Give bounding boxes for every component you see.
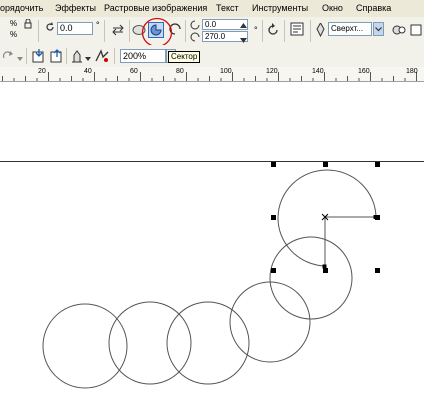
ruler-label: 20: [38, 68, 46, 75]
separator: [262, 20, 263, 42]
menu-bar: орядочить Эффекты Растровые изображения …: [0, 0, 424, 18]
separator: [185, 20, 186, 42]
selection-handle[interactable]: [271, 268, 276, 273]
circle-shape[interactable]: [229, 281, 311, 363]
menu-arrange[interactable]: орядочить: [0, 3, 43, 14]
zoom-level-field[interactable]: 200%: [120, 49, 166, 63]
circle-shape[interactable]: [166, 301, 250, 385]
menu-bitmaps[interactable]: Растровые изображения: [104, 3, 207, 14]
scale-x-percent: %: [10, 19, 18, 28]
degree-symbol-2: °: [254, 25, 258, 35]
start-angle-icon: [190, 20, 201, 32]
pie-sector-shape[interactable]: [277, 169, 377, 267]
dropdown-arrow-icon[interactable]: [373, 22, 384, 36]
separator: [66, 48, 67, 64]
order-dropdown[interactable]: Сверхт...: [328, 22, 372, 36]
application-launcher-icon[interactable]: [70, 49, 84, 65]
selection-handle[interactable]: [375, 162, 380, 167]
ruler-label: 120: [266, 68, 278, 75]
separator: [114, 48, 115, 64]
ruler-label: 60: [130, 68, 138, 75]
export-icon[interactable]: [50, 49, 64, 65]
flip-icon[interactable]: [111, 22, 125, 38]
separator: [26, 48, 27, 64]
menu-text[interactable]: Текст: [216, 3, 239, 14]
ruler-label: 40: [84, 68, 92, 75]
circle-shape[interactable]: [42, 303, 128, 389]
selection-handle[interactable]: [271, 215, 276, 220]
selection-handle[interactable]: [323, 268, 328, 273]
end-angle-icon: [190, 32, 201, 44]
separator: [129, 20, 130, 42]
wrap-text-icon[interactable]: [290, 22, 304, 38]
direction-icon[interactable]: [266, 23, 280, 39]
spinner-down-icon[interactable]: [240, 35, 247, 45]
outline-pen-icon[interactable]: [316, 22, 325, 39]
menu-help[interactable]: Справка: [356, 3, 391, 14]
circle-shape[interactable]: [269, 236, 353, 320]
more-icon[interactable]: [410, 23, 422, 39]
menu-effects[interactable]: Эффекты: [55, 3, 96, 14]
selection-handle[interactable]: [375, 268, 380, 273]
selection-handle[interactable]: [271, 162, 276, 167]
redo-icon[interactable]: [2, 50, 14, 63]
separator: [284, 20, 285, 42]
corel-online-icon[interactable]: [94, 49, 110, 65]
rotate-icon: [45, 22, 55, 34]
launcher-dropdown-icon[interactable]: [85, 53, 91, 63]
ruler-label: 100: [220, 68, 232, 75]
convert-to-curves-icon[interactable]: [392, 23, 406, 39]
horizontal-ruler: 20 40 60 80 100 120 140 160 180: [0, 67, 424, 82]
separator: [104, 20, 105, 42]
scale-y-percent: %: [10, 30, 18, 39]
ruler-label: 180: [406, 68, 418, 75]
redo-dropdown-icon[interactable]: [17, 53, 23, 63]
import-icon[interactable]: [32, 49, 46, 65]
separator: [310, 20, 311, 42]
separator: [38, 20, 39, 42]
menu-tools[interactable]: Инструменты: [252, 3, 308, 14]
sector-node[interactable]: [322, 264, 327, 269]
tooltip-pie: Сектор: [168, 51, 201, 63]
menu-window[interactable]: Окно: [322, 3, 343, 14]
selection-handle[interactable]: [323, 162, 328, 167]
drawing-canvas[interactable]: [0, 82, 424, 408]
ruler-label: 80: [176, 68, 184, 75]
sector-node[interactable]: [373, 215, 378, 219]
ruler-label: 140: [312, 68, 324, 75]
ruler-label: 160: [358, 68, 370, 75]
lock-ratio-icon[interactable]: [24, 18, 32, 31]
drawing-area: [0, 161, 424, 389]
degree-symbol: °: [96, 20, 100, 30]
property-bar: % % 0.0 ° 0.0 270.0 ° Сверхт...: [0, 17, 424, 48]
spinner-up-icon[interactable]: [240, 20, 247, 30]
rotation-angle-field[interactable]: 0.0: [57, 22, 93, 35]
standard-toolbar: 200% Сектор: [0, 45, 424, 68]
